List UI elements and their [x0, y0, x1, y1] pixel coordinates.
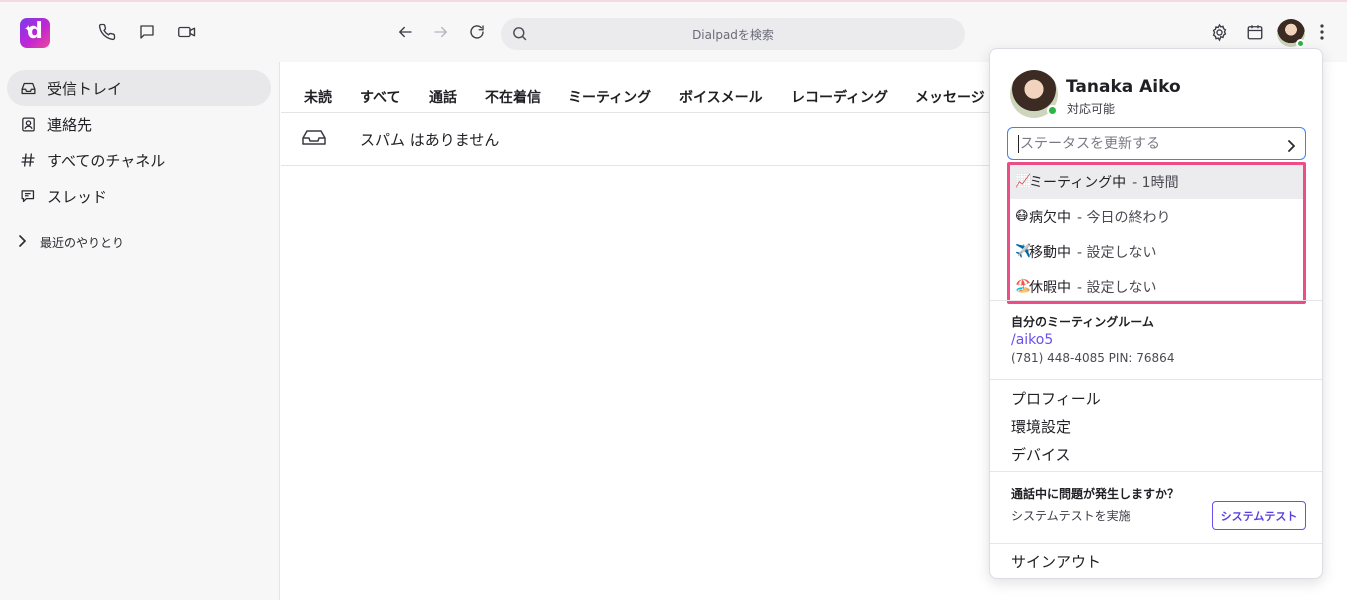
sparkle-icon: ✦ — [24, 24, 33, 35]
status-preset-sick[interactable]: 😷 病欠中 - 今日の終わり — [1007, 199, 1304, 234]
call-problem-subtitle: システムテストを実施 — [1011, 509, 1131, 523]
sidebar-item-label: すべてのチャネル — [47, 151, 166, 170]
spam-row: スパム はありません — [281, 113, 991, 166]
profile-name: Tanaka Aiko — [1066, 77, 1181, 97]
preset-label: 休暇中 — [1029, 279, 1071, 296]
preset-duration: - 設定しない — [1077, 244, 1157, 261]
search-placeholder: Dialpadを検索 — [692, 28, 774, 42]
online-status-dot — [1047, 105, 1058, 116]
meeting-room-number: (781) 448-4085 PIN: 76864 — [1011, 351, 1175, 365]
meeting-room-title: 自分のミーティングルーム — [1011, 315, 1154, 329]
status-preset-vacation[interactable]: 🏖️ 休暇中 - 設定しない — [1007, 269, 1304, 304]
recent-section-toggle[interactable]: 最近のやりとり — [18, 234, 124, 251]
more-vertical-icon[interactable] — [1315, 22, 1329, 42]
preset-label: ミーティング中 — [1029, 174, 1127, 191]
sidebar-item-inbox[interactable]: 受信トレイ — [7, 70, 271, 106]
call-problem-title: 通話中に問題が発生しますか？ — [1011, 487, 1180, 501]
divider — [990, 300, 1322, 301]
mask-face-icon: 😷 — [1015, 209, 1029, 224]
divider — [990, 379, 1322, 380]
search-bar[interactable]: Dialpadを検索 — [501, 18, 965, 50]
calendar-icon[interactable] — [1245, 22, 1265, 42]
status-update-field[interactable] — [1007, 127, 1306, 160]
forward-arrow-icon[interactable] — [431, 22, 451, 42]
preset-duration: - 今日の終わり — [1077, 209, 1171, 226]
tab-recordings[interactable]: レコーディング — [791, 87, 888, 107]
spam-empty-text: スパム はありません — [360, 131, 500, 149]
menu-item-devices[interactable]: デバイス — [1011, 444, 1071, 465]
sidebar-item-contacts[interactable]: 連絡先 — [7, 106, 271, 142]
sidebar-item-label: 連絡先 — [47, 115, 93, 134]
contacts-icon — [19, 115, 37, 133]
tab-all[interactable]: すべて — [360, 87, 400, 107]
sidebar-item-threads[interactable]: スレッド — [7, 178, 271, 214]
preset-label: 病欠中 — [1029, 209, 1071, 226]
inbox-icon — [19, 79, 37, 97]
status-preset-travel[interactable]: ✈️ 移動中 - 設定しない — [1007, 234, 1304, 269]
divider — [990, 471, 1322, 472]
dialpad-logo[interactable]: ✦ d — [20, 18, 50, 48]
gear-icon[interactable] — [1209, 22, 1229, 42]
video-icon[interactable] — [176, 22, 198, 42]
recent-label: 最近のやりとり — [40, 236, 125, 250]
system-test-button[interactable]: システムテスト — [1212, 501, 1306, 530]
airplane-icon: ✈️ — [1015, 244, 1032, 259]
chevron-right-icon[interactable] — [1287, 137, 1296, 156]
sidebar-item-label: 受信トレイ — [47, 79, 123, 98]
back-arrow-icon[interactable] — [395, 22, 415, 42]
meeting-room-link[interactable]: /aiko5 — [1011, 332, 1053, 348]
hash-icon — [19, 151, 37, 169]
preset-label: 移動中 — [1029, 244, 1071, 261]
threads-icon — [19, 187, 37, 205]
availability-status: 対応可能 — [1067, 102, 1116, 116]
menu-item-profile[interactable]: プロフィール — [1011, 388, 1101, 409]
tab-missed[interactable]: 不在着信 — [485, 87, 541, 107]
divider — [990, 543, 1322, 544]
tab-unread[interactable]: 未読 — [304, 87, 332, 107]
menu-item-preferences[interactable]: 環境設定 — [1011, 416, 1071, 437]
tab-voicemail[interactable]: ボイスメール — [679, 87, 763, 107]
inbox-tabs: 未読 すべて 通話 不在着信 ミーティング ボイスメール レコーディング メッセ… — [281, 62, 991, 113]
status-preset-meeting[interactable]: 📈 ミーティング中 - 1時間 — [1007, 164, 1304, 199]
sidebar-item-label: スレッド — [47, 187, 108, 206]
text-cursor — [1018, 135, 1019, 153]
tab-calls[interactable]: 通話 — [429, 87, 457, 107]
preset-duration: - 1時間 — [1132, 174, 1179, 191]
refresh-icon[interactable] — [467, 22, 487, 42]
chevron-right-icon — [18, 235, 27, 250]
status-input[interactable] — [1020, 132, 1270, 156]
phone-icon[interactable] — [97, 22, 117, 42]
beach-icon: 🏖️ — [1015, 279, 1032, 294]
menu-item-sign-out[interactable]: サインアウト — [1011, 551, 1101, 572]
sidebar: 受信トレイ 連絡先 すべてのチャネル スレッド 最近のやりとり — [0, 62, 280, 600]
tab-messages[interactable]: メッセージ — [915, 87, 985, 107]
preset-duration: - 設定しない — [1077, 279, 1157, 296]
online-status-dot — [1296, 39, 1305, 48]
chart-up-icon: 📈 — [1015, 174, 1032, 189]
empty-tray-icon — [301, 129, 327, 151]
chat-icon[interactable] — [137, 22, 157, 42]
profile-menu: Tanaka Aiko 対応可能 📈 ミーティング中 - 1時間 😷 病欠中 -… — [989, 48, 1323, 579]
tab-meetings[interactable]: ミーティング — [568, 87, 651, 107]
sidebar-item-all-channels[interactable]: すべてのチャネル — [7, 142, 271, 178]
